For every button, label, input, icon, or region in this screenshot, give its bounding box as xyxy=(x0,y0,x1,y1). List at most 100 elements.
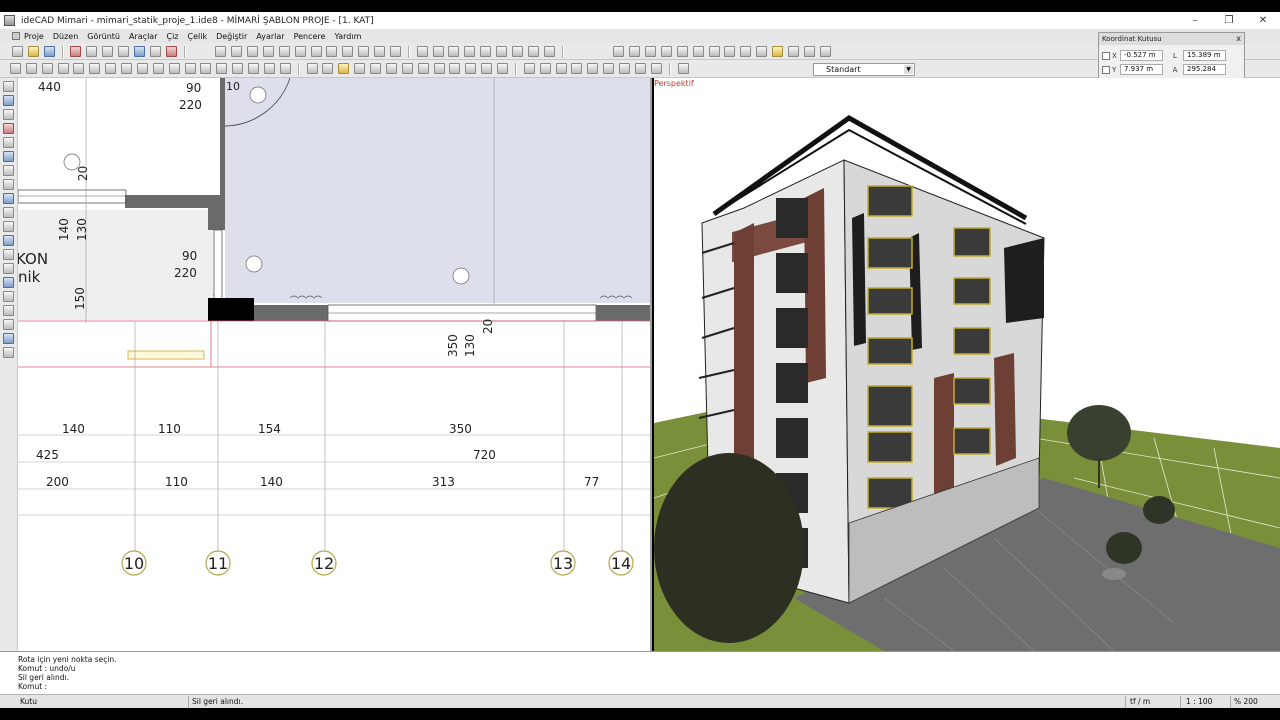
spline-icon[interactable] xyxy=(539,63,551,74)
join-icon[interactable] xyxy=(527,46,539,57)
a-value-field[interactable]: 295.284 xyxy=(1183,64,1226,75)
window-icon[interactable] xyxy=(105,63,117,74)
highlight-icon[interactable] xyxy=(772,46,783,57)
menu-araclar[interactable]: Araçlar xyxy=(129,32,157,41)
maximize-button[interactable]: ❐ xyxy=(1212,12,1246,29)
hatch-icon[interactable] xyxy=(263,63,275,74)
hatch-tool-icon[interactable] xyxy=(3,263,14,274)
leader-icon[interactable] xyxy=(650,63,662,74)
stretch-icon[interactable] xyxy=(358,46,370,57)
menu-degistir[interactable]: Değiştir xyxy=(216,32,247,41)
menu-proje[interactable]: Proje xyxy=(24,32,44,41)
select-icon[interactable] xyxy=(338,63,350,74)
elevation-icon[interactable] xyxy=(676,46,688,57)
menu-pencere[interactable]: Pencere xyxy=(294,32,326,41)
text-icon[interactable] xyxy=(523,63,535,74)
status-scale[interactable]: 1 : 100 xyxy=(1186,697,1212,706)
dimension-icon[interactable] xyxy=(645,46,656,57)
y-value-field[interactable]: 7.937 m xyxy=(1120,64,1163,75)
axis-tool-icon[interactable] xyxy=(3,291,14,302)
dimension-tool-icon[interactable] xyxy=(3,235,14,246)
furniture-icon[interactable] xyxy=(232,63,244,74)
menu-ayarlar[interactable]: Ayarlar xyxy=(256,32,284,41)
select-tool-icon[interactable] xyxy=(3,81,14,92)
circle-icon[interactable] xyxy=(555,63,567,74)
rotate-icon[interactable] xyxy=(326,46,338,57)
zoom-icon[interactable] xyxy=(133,46,145,57)
list-icon[interactable] xyxy=(449,63,461,74)
pencil-icon[interactable] xyxy=(231,46,243,57)
align-icon[interactable] xyxy=(613,46,625,57)
plan-view[interactable]: 440 90 220 10 20 140 130 150 90 220 350 … xyxy=(18,78,652,651)
menu-yardim[interactable]: Yardım xyxy=(334,32,361,41)
render-icon[interactable] xyxy=(165,46,177,57)
rectangle-icon[interactable] xyxy=(464,46,476,57)
arrow-icon[interactable] xyxy=(819,46,831,57)
foundation-icon[interactable] xyxy=(152,63,164,74)
ramp-icon[interactable] xyxy=(168,63,180,74)
settings-icon[interactable] xyxy=(803,46,815,57)
measure-icon[interactable] xyxy=(629,46,641,57)
menu-goruntu[interactable]: Görüntü xyxy=(87,32,120,41)
pointer-icon[interactable] xyxy=(215,46,227,57)
zoom-window-icon[interactable] xyxy=(149,46,161,57)
shaft-icon[interactable] xyxy=(184,63,196,74)
y-checkbox[interactable]: Y xyxy=(1102,66,1120,74)
space-icon[interactable] xyxy=(216,63,228,74)
window-tool-icon[interactable] xyxy=(3,165,14,176)
arc-icon[interactable] xyxy=(294,46,306,57)
measure-tool-icon[interactable] xyxy=(3,319,14,330)
detail-icon[interactable] xyxy=(692,46,704,57)
minimize-button[interactable]: – xyxy=(1178,12,1212,29)
block-icon[interactable] xyxy=(279,63,291,74)
curtain-wall-icon[interactable] xyxy=(248,63,259,74)
layer-icon[interactable] xyxy=(306,63,318,74)
wall-icon[interactable] xyxy=(41,63,53,74)
status-units[interactable]: tf / m xyxy=(1130,697,1150,706)
stair-icon[interactable] xyxy=(73,63,85,74)
menu-duzen[interactable]: Düzen xyxy=(53,32,78,41)
railing-tool-icon[interactable] xyxy=(3,193,14,204)
beam-tool-icon[interactable] xyxy=(3,123,14,134)
camera-tool-icon[interactable] xyxy=(3,333,14,344)
section-tool-icon[interactable] xyxy=(3,305,14,316)
filter-icon[interactable] xyxy=(787,46,799,57)
text-tool-icon[interactable] xyxy=(3,249,14,260)
check-icon[interactable] xyxy=(497,63,508,74)
wall-tool-icon[interactable] xyxy=(3,95,14,106)
perspective-view[interactable] xyxy=(654,78,1280,651)
new-file-icon[interactable] xyxy=(11,46,23,57)
x-checkbox[interactable]: X xyxy=(1102,52,1120,60)
move-icon[interactable] xyxy=(310,46,322,57)
l-value-field[interactable]: 15.389 m xyxy=(1183,50,1226,61)
level-icon[interactable] xyxy=(740,46,752,57)
ellipse-icon[interactable] xyxy=(571,63,583,74)
symbol-tool-icon[interactable] xyxy=(3,277,14,288)
door-tool-icon[interactable] xyxy=(3,151,14,162)
list-tool-icon[interactable] xyxy=(3,347,14,358)
chamfer-icon[interactable] xyxy=(496,46,507,57)
room-icon[interactable] xyxy=(200,63,212,74)
door-icon[interactable] xyxy=(89,63,101,74)
section-icon[interactable] xyxy=(660,46,672,57)
report-icon[interactable] xyxy=(465,63,477,74)
mirror-icon[interactable] xyxy=(342,46,354,57)
break-icon[interactable] xyxy=(511,46,523,57)
brush-icon[interactable] xyxy=(247,46,258,57)
polygon-icon[interactable] xyxy=(587,63,599,74)
tag-icon[interactable] xyxy=(370,63,381,74)
hide-icon[interactable] xyxy=(385,63,397,74)
slab-tool-icon[interactable] xyxy=(3,137,14,148)
explode-icon[interactable] xyxy=(543,46,555,57)
layer-manager-icon[interactable] xyxy=(677,63,689,74)
slab-icon[interactable] xyxy=(57,63,69,74)
boundary-icon[interactable] xyxy=(634,63,646,74)
calc-icon[interactable] xyxy=(481,63,493,74)
copy-icon[interactable] xyxy=(374,46,385,57)
region-icon[interactable] xyxy=(619,63,630,74)
room-tool-icon[interactable] xyxy=(3,221,14,232)
undo-icon[interactable] xyxy=(86,46,98,57)
fillet-icon[interactable] xyxy=(480,46,492,57)
column-icon[interactable] xyxy=(9,63,21,74)
stair-tool-icon[interactable] xyxy=(3,179,14,190)
